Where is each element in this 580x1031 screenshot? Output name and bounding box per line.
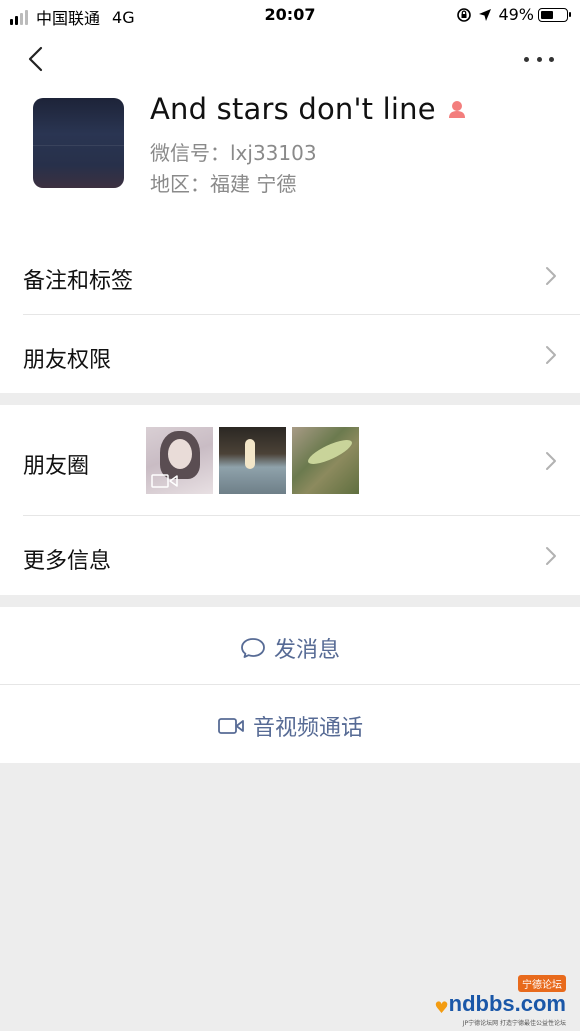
thumbnail-photo-leaf <box>305 435 355 469</box>
row-friend-permissions[interactable]: 朋友权限 <box>0 315 580 393</box>
back-button[interactable] <box>22 44 52 74</box>
dot-icon <box>549 56 554 62</box>
watermark-text: ndbbs.com <box>448 991 566 1016</box>
chevron-right-icon <box>546 346 556 364</box>
send-message-button[interactable]: 发消息 <box>0 607 580 685</box>
female-icon <box>448 101 465 118</box>
row-moments[interactable]: 朋友圈 <box>0 405 580 516</box>
more-info-label: 更多信息 <box>23 549 112 574</box>
avatar[interactable] <box>33 98 124 188</box>
send-message-label: 发消息 <box>273 638 340 663</box>
thumbnail-photo-face <box>168 439 192 469</box>
watermark-logo: ♥ ndbbs.com 宁德论坛 JP宁德论坛网 打造宁德最佳公益性论坛 <box>434 975 566 1027</box>
status-bar: 中国联通 4G 20:07 49% <box>0 0 580 30</box>
action-group: 发消息 音视频通话 <box>0 607 580 763</box>
signal-icon <box>10 9 30 25</box>
battery-icon <box>538 7 571 22</box>
profile-header: And stars don't line 微信号：lxj33103 地区：福建 … <box>0 30 580 237</box>
more-options-button[interactable] <box>524 50 554 68</box>
menu-group-settings: 备注和标签 朋友权限 <box>0 237 580 393</box>
remark-tags-label: 备注和标签 <box>23 269 134 294</box>
video-icon <box>151 474 178 488</box>
dot-icon <box>524 56 529 62</box>
moments-label: 朋友圈 <box>23 454 90 479</box>
network-type: 4G <box>112 7 135 27</box>
dot-icon <box>536 56 542 62</box>
heart-icon: ♥ <box>434 998 449 1017</box>
moments-thumbnail-1[interactable] <box>146 427 213 494</box>
chevron-right-icon <box>546 267 556 285</box>
status-left: 中国联通 4G <box>10 5 135 29</box>
chevron-right-icon <box>546 547 556 565</box>
video-camera-icon <box>218 718 244 734</box>
menu-group-moments: 朋友圈 更多信息 <box>0 405 580 595</box>
nickname: And stars don't line <box>150 92 436 126</box>
row-more-info[interactable]: 更多信息 <box>0 516 580 595</box>
row-remark-tags[interactable]: 备注和标签 <box>0 237 580 315</box>
watermark-subtext: JP宁德论坛网 打造宁德最佳公益性论坛 <box>462 1020 566 1027</box>
video-call-button[interactable]: 音视频通话 <box>0 685 580 763</box>
video-call-content: 音视频通话 <box>0 710 580 742</box>
moments-thumbnail-3[interactable] <box>292 427 359 494</box>
carrier-name: 中国联通 <box>36 9 101 28</box>
moments-thumbnail-2[interactable] <box>219 427 286 494</box>
rotation-lock-icon <box>457 7 472 22</box>
friend-permissions-label: 朋友权限 <box>23 348 112 373</box>
watermark-badge: 宁德论坛 <box>518 975 566 992</box>
status-right: 49% <box>450 5 571 24</box>
video-call-label: 音视频通话 <box>252 716 363 741</box>
chevron-right-icon <box>546 452 556 470</box>
wechat-id: 微信号：lxj33103 <box>150 141 317 165</box>
thumbnail-photo-lamp <box>245 439 255 469</box>
battery-percent: 49% <box>498 5 534 24</box>
region: 地区：福建 宁德 <box>150 172 297 196</box>
chat-bubble-icon <box>241 638 265 658</box>
name-row: And stars don't line <box>150 92 468 126</box>
moments-thumbnails <box>146 427 365 494</box>
location-icon <box>479 8 492 21</box>
send-message-content: 发消息 <box>0 632 580 664</box>
contact-profile-page: 中国联通 4G 20:07 49% And stars don't line 微… <box>0 0 580 1031</box>
